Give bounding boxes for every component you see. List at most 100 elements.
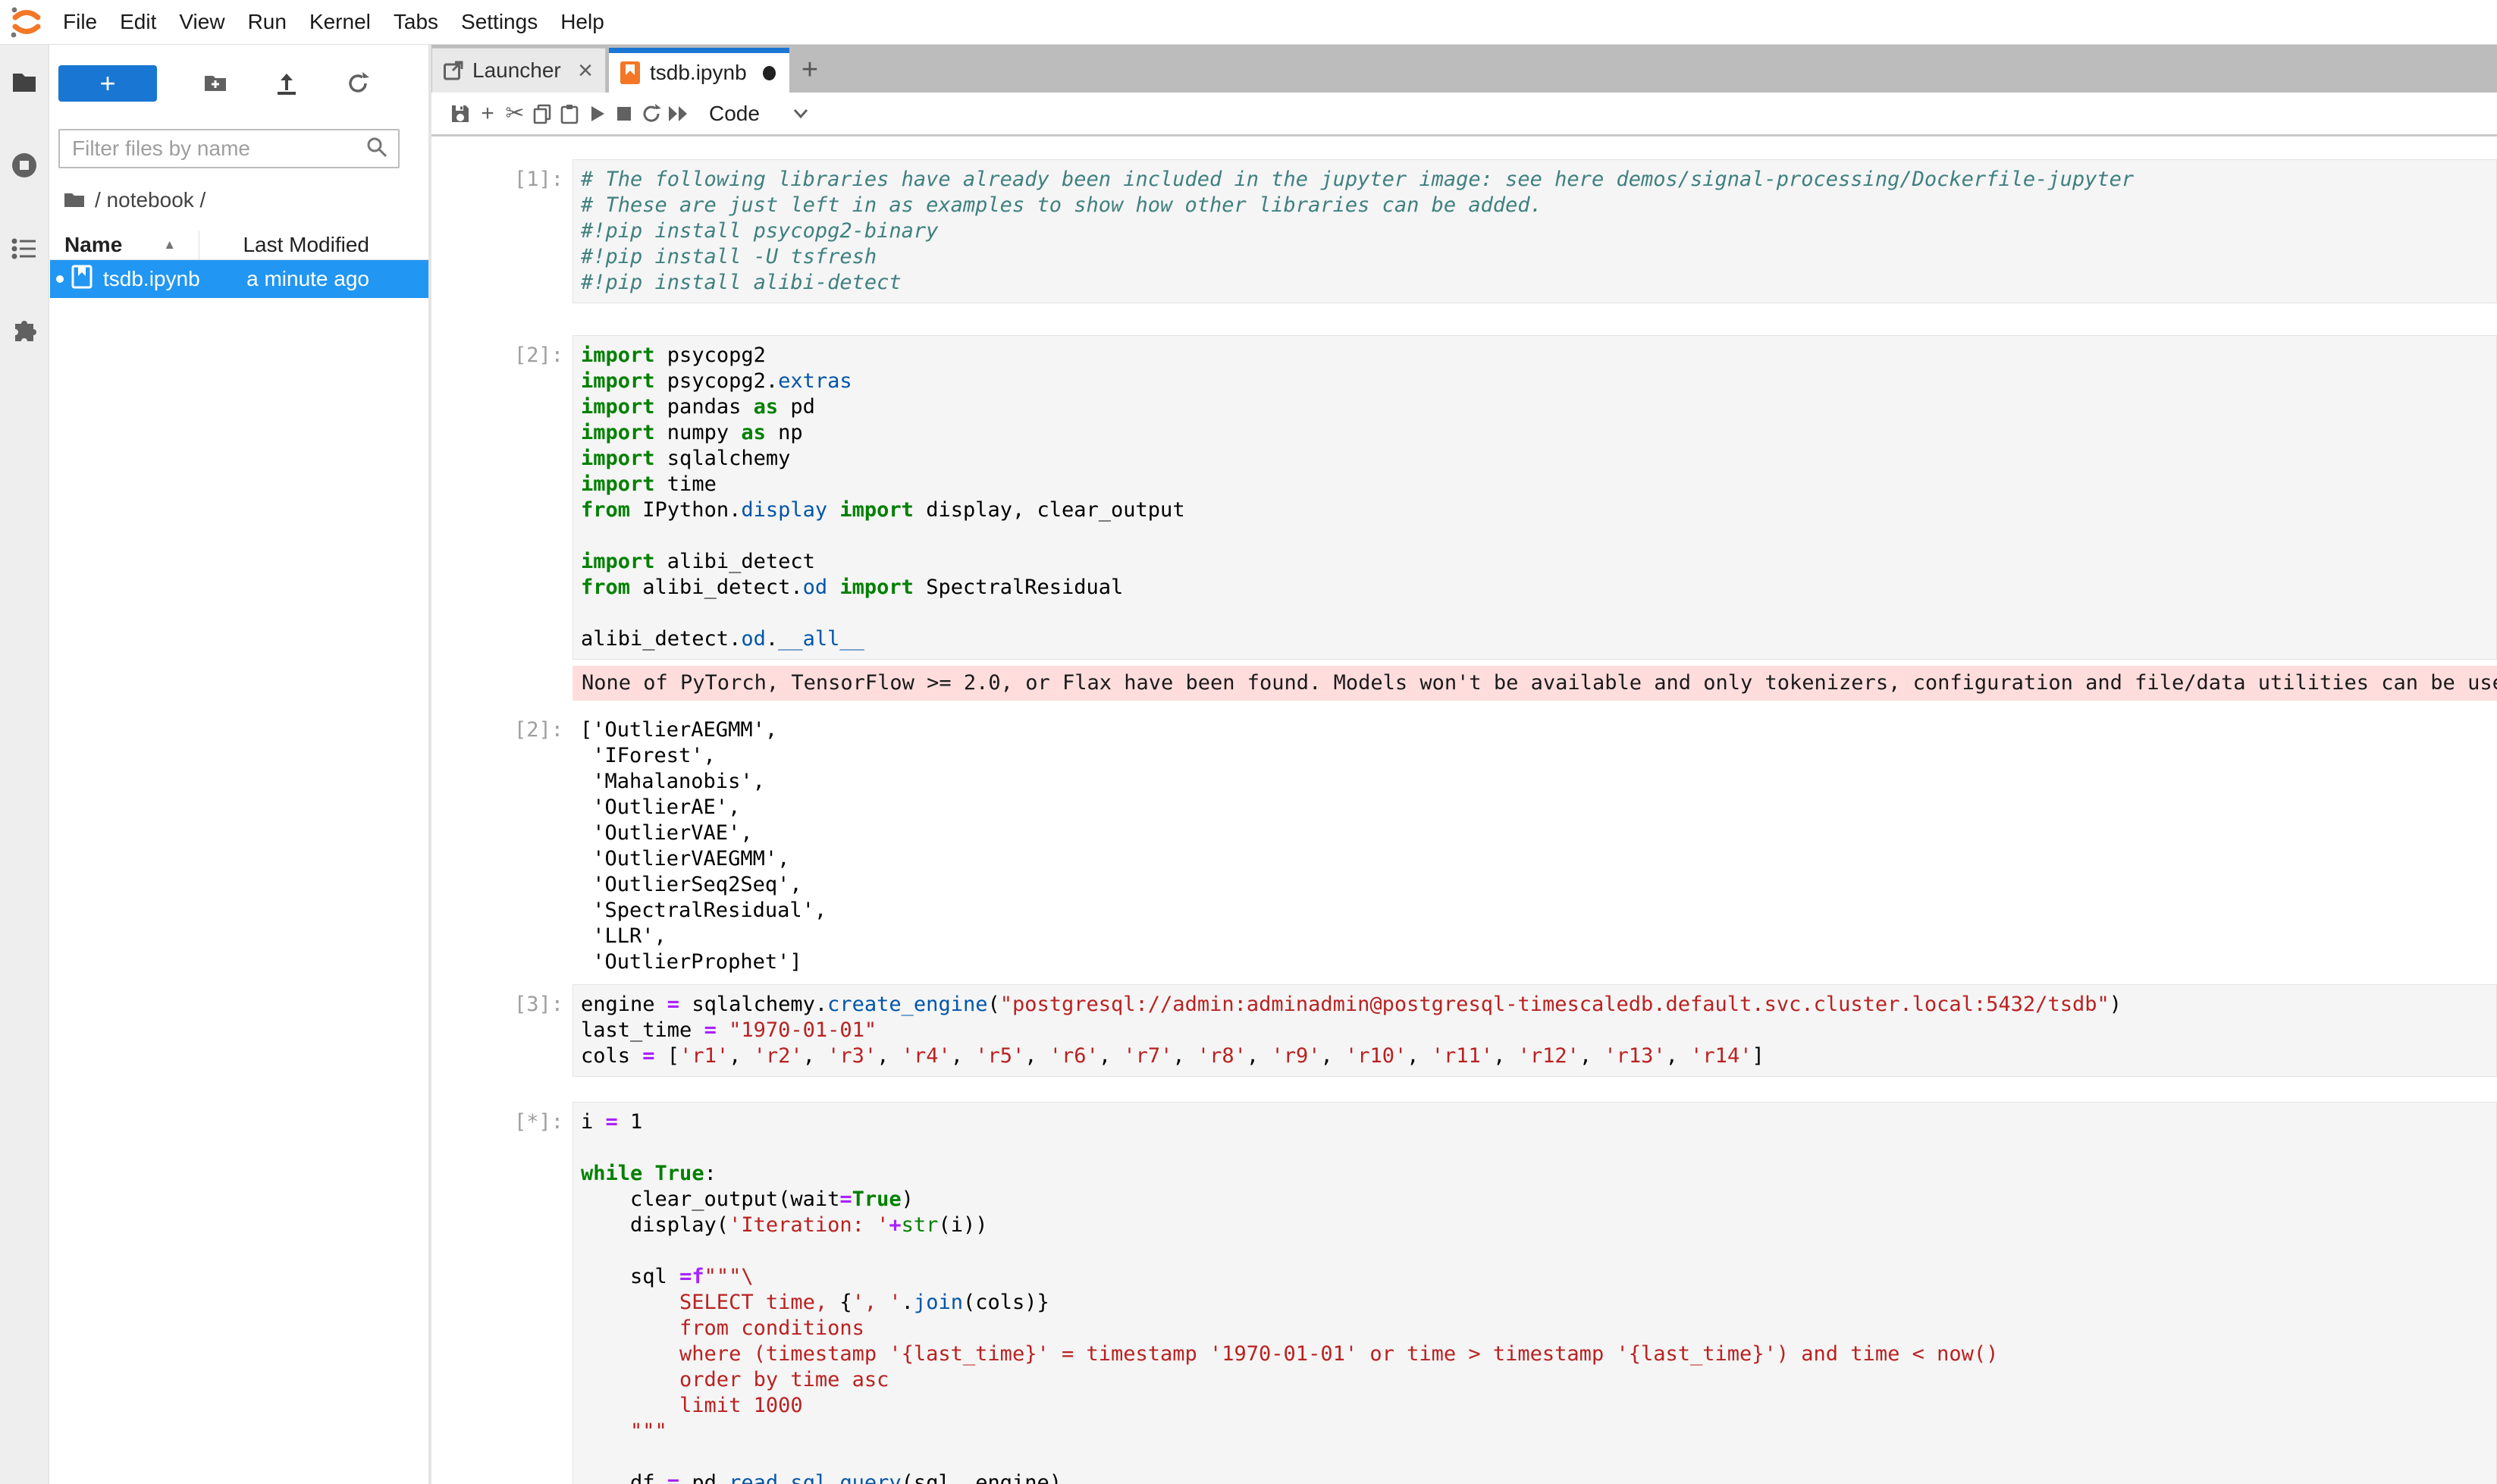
- menu-item-tabs[interactable]: Tabs: [382, 0, 450, 44]
- output-area: [2]:['OutlierAEGMM', 'IForest', 'Mahalan…: [431, 710, 2497, 975]
- code-line: import psycopg2: [581, 343, 2496, 369]
- code-line: order by time asc: [581, 1367, 2496, 1393]
- code-line: [581, 523, 2496, 549]
- code-line: import numpy as np: [581, 420, 2496, 446]
- execution-prompt: [1]:: [431, 159, 572, 303]
- menu-item-edit[interactable]: Edit: [108, 0, 168, 44]
- code-line: from alibi_detect.od import SpectralResi…: [581, 575, 2496, 601]
- cell-editor[interactable]: engine = sqlalchemy.create_engine("postg…: [572, 984, 2497, 1077]
- code-line: import pandas as pd: [581, 394, 2496, 420]
- code-cell: [1]: # The following libraries have alrea…: [431, 159, 2497, 303]
- menu-item-settings[interactable]: Settings: [450, 0, 549, 44]
- code-line: import psycopg2.extras: [581, 369, 2496, 394]
- code-line: where (timestamp '{last_time}' = timesta…: [581, 1341, 2496, 1367]
- file-list: tsdb.ipynba minute ago: [50, 260, 428, 298]
- code-line: clear_output(wait=True): [581, 1187, 2496, 1213]
- cell-editor[interactable]: import psycopg2import psycopg2.extrasimp…: [572, 335, 2497, 660]
- new-tab-button[interactable]: +: [792, 48, 827, 93]
- code-line: import time: [581, 472, 2496, 497]
- menu-item-view[interactable]: View: [168, 0, 236, 44]
- file-row-tsdb.ipynb[interactable]: tsdb.ipynba minute ago: [50, 260, 428, 298]
- running-kernels-icon[interactable]: [10, 151, 39, 180]
- run-icon[interactable]: [583, 99, 610, 129]
- menu-item-run[interactable]: Run: [237, 0, 298, 44]
- code-line: [581, 1445, 2496, 1470]
- stderr-message: None of PyTorch, TensorFlow >= 2.0, or F…: [572, 666, 2497, 701]
- folder-icon: [63, 189, 86, 212]
- execution-prompt: [431, 666, 572, 701]
- tab-tsdb-ipynb[interactable]: tsdb.ipynb: [609, 48, 789, 93]
- code-line: SELECT time, {', '.join(cols)}: [581, 1290, 2496, 1316]
- cell-type-dropdown[interactable]: Code: [709, 102, 810, 126]
- extensions-icon[interactable]: [10, 318, 39, 347]
- column-header-last-modified[interactable]: Last Modified: [199, 231, 428, 259]
- code-line: from IPython.display import display, cle…: [581, 497, 2496, 523]
- output-prompt: [2]:: [431, 710, 572, 975]
- cell-type-label: Code: [709, 102, 760, 126]
- insert-cell-icon[interactable]: +: [474, 99, 501, 129]
- code-cell: [3]:engine = sqlalchemy.create_engine("p…: [431, 984, 2497, 1077]
- filter-files-input[interactable]: [60, 136, 365, 161]
- execution-prompt: [3]:: [431, 984, 572, 1077]
- filter-box: [58, 129, 400, 168]
- folder-icon[interactable]: [10, 67, 39, 96]
- close-icon[interactable]: ×: [578, 58, 593, 83]
- save-icon[interactable]: [447, 99, 474, 129]
- dock-tab-bar: Launcher× tsdb.ipynb +: [431, 44, 2497, 93]
- notebook-toolbar: + ✂ Code: [431, 93, 2497, 136]
- code-line: [581, 601, 2496, 626]
- file-browser-panel: + / notebook / Name ▲ Last Modified tsdb…: [50, 44, 431, 1484]
- file-name: tsdb.ipynb: [103, 267, 246, 291]
- code-line: # The following libraries have already b…: [581, 167, 2496, 193]
- unsaved-dot: [56, 275, 64, 283]
- file-last-modified: a minute ago: [246, 267, 428, 291]
- menu-item-kernel[interactable]: Kernel: [298, 0, 382, 44]
- tab-label: tsdb.ipynb: [650, 61, 763, 85]
- code-line: while True:: [581, 1161, 2496, 1187]
- code-line: [581, 1135, 2496, 1161]
- code-line: i = 1: [581, 1109, 2496, 1135]
- launcher-icon: [443, 61, 463, 81]
- code-cell: [*]:i = 1while True: clear_output(wait=T…: [431, 1102, 2497, 1484]
- code-line: from conditions: [581, 1316, 2496, 1341]
- tab-launcher[interactable]: Launcher×: [431, 48, 606, 93]
- execution-result: ['OutlierAEGMM', 'IForest', 'Mahalanobis…: [572, 710, 2497, 975]
- unsaved-dot: [763, 66, 776, 80]
- breadcrumb[interactable]: / notebook /: [63, 188, 428, 212]
- paste-icon[interactable]: [556, 99, 583, 129]
- new-folder-icon[interactable]: [202, 71, 228, 96]
- chevron-down-icon: [792, 108, 810, 120]
- copy-icon[interactable]: [529, 99, 556, 129]
- column-header-name[interactable]: Name ▲: [50, 233, 199, 257]
- search-icon: [365, 135, 389, 163]
- code-line: df = pd.read_sql_query(sql, engine): [581, 1470, 2496, 1484]
- code-line: limit 1000: [581, 1393, 2496, 1419]
- refresh-icon[interactable]: [345, 71, 371, 96]
- file-browser-toolbar: +: [50, 44, 428, 109]
- menu-items: FileEditViewRunKernelTabsSettingsHelp: [52, 0, 616, 44]
- code-line: sql =f"""\: [581, 1264, 2496, 1290]
- code-cell: [2]:import psycopg2import psycopg2.extra…: [431, 335, 2497, 660]
- notebook-panel: [1]: # The following libraries have alrea…: [431, 136, 2497, 1484]
- code-line: #!pip install -U tsfresh: [581, 244, 2496, 270]
- tab-label: Launcher: [472, 58, 578, 83]
- breadcrumb-path: / notebook /: [95, 188, 205, 212]
- code-line: import sqlalchemy: [581, 446, 2496, 472]
- cell-editor[interactable]: i = 1 while True: clear_output(wait=True)…: [572, 1102, 2497, 1484]
- code-line: [581, 1238, 2496, 1264]
- restart-icon[interactable]: [638, 99, 665, 129]
- upload-icon[interactable]: [274, 71, 300, 96]
- notebook-icon: [71, 265, 93, 294]
- activity-bar: [0, 44, 49, 1484]
- cut-icon[interactable]: ✂: [501, 99, 529, 129]
- cell-editor[interactable]: # The following libraries have already b…: [572, 159, 2497, 303]
- stop-icon[interactable]: [610, 99, 638, 129]
- table-of-contents-icon[interactable]: [10, 234, 39, 263]
- stderr-area: None of PyTorch, TensorFlow >= 2.0, or F…: [431, 666, 2497, 701]
- menu-item-help[interactable]: Help: [549, 0, 616, 44]
- code-line: alibi_detect.od.__all__: [581, 626, 2496, 652]
- code-line: display('Iteration: '+str(i)): [581, 1213, 2496, 1238]
- restart-run-all-icon[interactable]: [665, 99, 692, 129]
- new-launcher-button[interactable]: +: [58, 65, 157, 102]
- menu-item-file[interactable]: File: [52, 0, 108, 44]
